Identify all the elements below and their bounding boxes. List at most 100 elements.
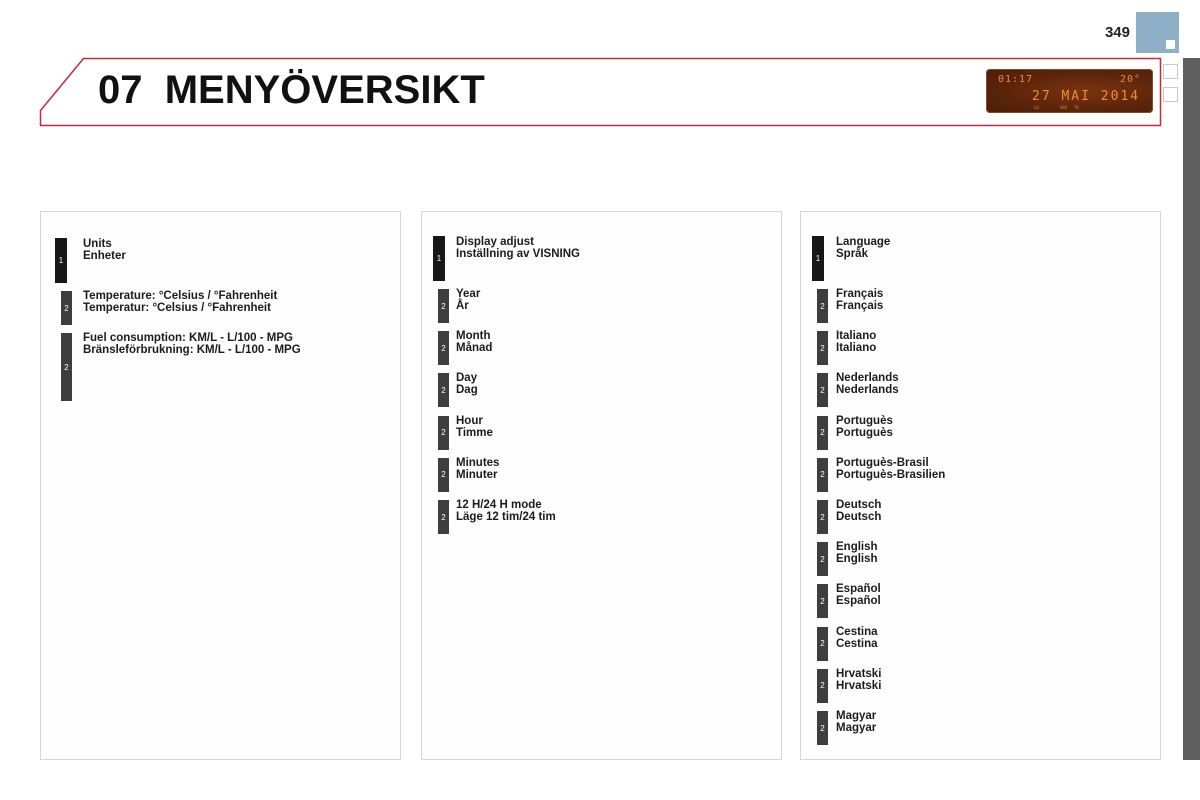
chapter-title: MENYÖVERSIKT — [164, 68, 485, 112]
panel-display-adjust: 1 Display adjust Inställning av VISNING 2 Ye… — [421, 211, 782, 760]
menu-item-label-english: English — [836, 541, 878, 554]
menu-item-label-english: Nederlands — [836, 372, 899, 385]
menu-item-label-english: Français — [836, 288, 884, 300]
menu-item-label-swedish: Dag — [456, 384, 478, 397]
menu-level-badge: 2 — [817, 584, 828, 619]
menu-item-label-english: Cestina — [836, 625, 878, 638]
menu-level-badge: 2 — [438, 331, 449, 366]
chapter-number: 07 — [98, 68, 143, 112]
menu-item-label-english: Units — [83, 238, 112, 250]
lcd-display-image: 01:17 20° 27 MAI 2014 LQ ABS TA — [986, 69, 1153, 113]
menu-item-label-swedish: Magyar — [836, 722, 877, 734]
menu-level-badge: 2 — [438, 415, 449, 450]
menu-item-label-english: Portuguès — [836, 414, 893, 427]
menu-item-label-swedish: Inställning av VISNING — [456, 248, 580, 260]
menu-item-label: Year År — [456, 288, 480, 312]
menu-item-label-swedish: Français — [836, 300, 884, 312]
menu-level-badge: 2 — [61, 291, 72, 325]
menu-item-label: Fuel consumption: KM/L - L/100 - MPG Brän… — [83, 332, 301, 356]
lcd-indicator: LQ — [1034, 105, 1039, 110]
menu-item-label-swedish: År — [456, 300, 469, 312]
chapter-heading: 07 MENYÖVERSIKT — [98, 68, 485, 113]
menu-level-badge: 2 — [817, 415, 828, 450]
menu-level-badge: 2 — [817, 542, 828, 577]
lcd-temperature: 20° — [1119, 74, 1141, 85]
menu-item-label-english: Portuguès-Brasil — [836, 456, 929, 469]
lcd-time: 01:17 — [998, 74, 1034, 85]
menu-level-badge: 1 — [433, 236, 445, 281]
menu-item-label: Cestina Cestina — [836, 626, 878, 650]
menu-item-label-english: Hour — [456, 414, 483, 427]
lcd-date: 27 MAI 2014 — [1032, 89, 1141, 104]
menu-item-label: Portuguès-Brasil Portuguès-Brasilien — [836, 457, 945, 481]
menu-item-label-swedish: Cestina — [836, 637, 878, 650]
menu-item-label-swedish: Bränsleförbrukning: KM/L - L/100 - MPG — [83, 344, 301, 356]
menu-item-label-swedish: English — [836, 553, 878, 566]
menu-item-label: Minutes Minuter — [456, 457, 499, 481]
menu-item-label: Français Français — [836, 288, 883, 312]
menu-item-label-english: Hrvatski — [836, 667, 882, 680]
menu-item-label: Units Enheter — [83, 238, 126, 262]
menu-item-label-english: Language — [836, 236, 891, 248]
menu-item-label: Hour Timme — [456, 415, 493, 439]
menu-level-badge: 2 — [817, 289, 828, 323]
menu-item-label-swedish: Timme — [456, 426, 493, 439]
menu-level-badge: 2 — [438, 500, 449, 534]
menu-level-badge: 2 — [817, 373, 828, 408]
menu-item-label: 12 H/24 H mode Läge 12 tim/24 tim — [456, 499, 556, 523]
lcd-indicator: ABS — [1060, 105, 1068, 110]
menu-item-label: Temperature: °Celsius / °Fahrenheit Tempe… — [83, 290, 277, 314]
menu-item-label-swedish: Enheter — [83, 250, 126, 262]
menu-item-label: Nederlands Nederlands — [836, 372, 899, 396]
menu-level-badge: 1 — [812, 236, 824, 281]
menu-item-label-english: Español — [836, 583, 881, 596]
menu-item-label-swedish: Månad — [456, 342, 493, 355]
menu-item-label-swedish: Español — [836, 595, 881, 608]
menu-item-label-english: Month — [456, 330, 491, 343]
menu-item-label: Display adjust Inställning av VISNING — [456, 236, 580, 260]
menu-item-label-english: Magyar — [836, 710, 877, 722]
menu-item-label-swedish: Temperatur: °Celsius / °Fahrenheit — [83, 302, 271, 314]
menu-item-label-swedish: Deutsch — [836, 511, 882, 523]
menu-item-label-english: Display adjust — [456, 236, 534, 248]
menu-item-label: Hrvatski Hrvatski — [836, 668, 881, 692]
menu-item-label-swedish: Hrvatski — [836, 679, 882, 692]
menu-level-badge: 2 — [438, 373, 449, 408]
menu-level-badge: 2 — [817, 668, 828, 703]
chapter-side-bar — [1183, 58, 1200, 760]
menu-level-badge: 2 — [438, 457, 449, 492]
menu-item-label: Portuguès Portuguès — [836, 415, 893, 439]
menu-item-label: Italiano Italiano — [836, 330, 876, 354]
menu-item-label-english: Year — [456, 288, 481, 300]
menu-level-badge: 2 — [817, 500, 828, 534]
menu-item-label: English English — [836, 541, 878, 565]
menu-item-label: Month Månad — [456, 330, 492, 354]
menu-item-label: Deutsch Deutsch — [836, 499, 881, 523]
menu-level-badge: 2 — [817, 626, 828, 661]
menu-item-label: Language Språk — [836, 236, 890, 260]
menu-item-label-english: Temperature: °Celsius / °Fahrenheit — [83, 290, 278, 302]
menu-item-label: Magyar Magyar — [836, 710, 876, 734]
menu-item-label: Day Dag — [456, 372, 478, 396]
menu-item-label-english: Italiano — [836, 330, 877, 343]
lcd-indicator: TA — [1074, 105, 1079, 110]
menu-level-badge: 2 — [817, 331, 828, 366]
panel-units: 1 Units Enheter 2 Temperature: °Celsius / °F… — [40, 211, 401, 760]
menu-item-label-swedish: Portuguès — [836, 426, 893, 439]
menu-item-label-english: 12 H/24 H mode — [456, 499, 542, 511]
menu-item-label-english: Minutes — [456, 456, 500, 469]
menu-level-badge: 2 — [817, 711, 828, 745]
menu-level-badge: 1 — [55, 238, 67, 283]
menu-level-badge: 2 — [438, 289, 449, 323]
menu-level-badge: 2 — [61, 333, 72, 401]
menu-item-label-swedish: Språk — [836, 248, 868, 260]
menu-item-label-swedish: Portuguès-Brasilien — [836, 468, 946, 481]
menu-item-label: Español Español — [836, 583, 881, 607]
menu-item-label-english: Day — [456, 372, 478, 385]
menu-item-label-english: Fuel consumption: KM/L - L/100 - MPG — [83, 332, 293, 344]
menu-item-label-swedish: Italiano — [836, 342, 877, 355]
panel-language: 1 Language Språk 2 Français Français 2 Italiano… — [800, 211, 1161, 760]
menu-level-badge: 2 — [817, 457, 828, 492]
menu-item-label-swedish: Minuter — [456, 468, 498, 481]
menu-item-label-swedish: Läge 12 tim/24 tim — [456, 511, 556, 523]
